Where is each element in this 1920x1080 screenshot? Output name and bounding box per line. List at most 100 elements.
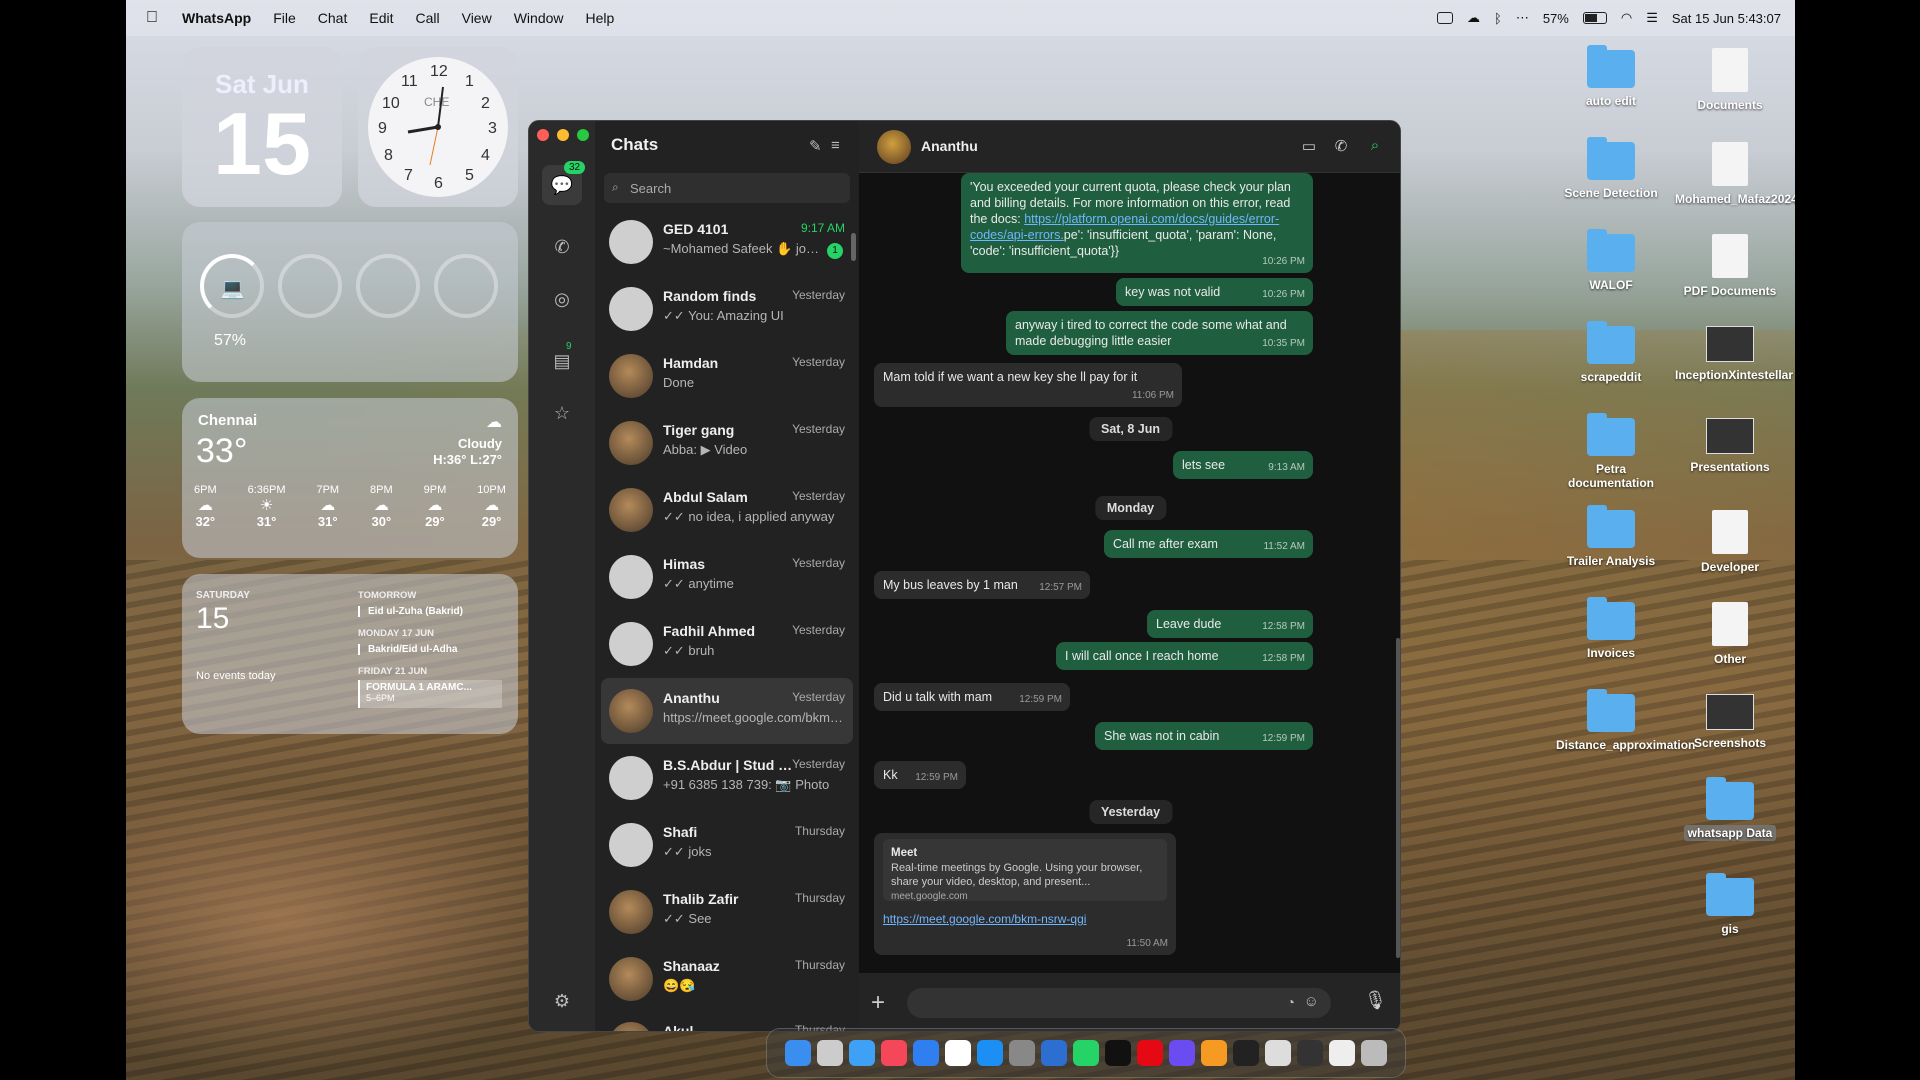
desktop-folder-gis[interactable]: gis — [1675, 873, 1785, 936]
message-incoming[interactable]: Mam told if we want a new key she ll pay… — [874, 363, 1182, 407]
cal-event-tomorrow[interactable]: Eid ul-Zuha (Bakrid) — [358, 606, 463, 617]
close-window-button[interactable] — [537, 129, 549, 141]
chat-row-selected[interactable]: Ananthu Yesterday https://meet.google.co… — [601, 678, 853, 744]
menu-edit[interactable]: Edit — [369, 10, 393, 26]
menu-file[interactable]: File — [273, 10, 296, 26]
desktop-folder-trailer[interactable]: Trailer Analysis — [1556, 505, 1666, 568]
message-incoming[interactable]: Did u talk with mam 12:59 PM — [874, 683, 1070, 711]
desktop-presentations[interactable]: Presentations — [1675, 418, 1785, 474]
desktop-documents[interactable]: Documents — [1675, 48, 1785, 112]
textedit-icon[interactable] — [1265, 1040, 1291, 1066]
chat-row[interactable]: Himas Yesterday ✓✓ anytime — [601, 544, 853, 610]
search-icon[interactable]: ⌕ — [1365, 137, 1385, 155]
chat-row[interactable]: Thalib Zafir Thursday ✓✓ See — [601, 879, 853, 945]
desktop-screenshots[interactable]: Screenshots — [1675, 694, 1785, 750]
desktop-other[interactable]: Other — [1675, 602, 1785, 666]
document-icon[interactable] — [1329, 1040, 1355, 1066]
message-outgoing[interactable]: key was not valid 10:26 PM — [1116, 278, 1313, 306]
cal-event-monday[interactable]: Bakrid/Eid ul-Adha — [358, 644, 457, 655]
mail-icon[interactable] — [913, 1040, 939, 1066]
message-outgoing[interactable]: I will call once I reach home 12:58 PM — [1056, 642, 1313, 670]
chat-row[interactable]: Hamdan Yesterday Done — [601, 343, 853, 409]
control-center-icon[interactable]: ☰ — [1646, 10, 1658, 26]
calls-nav-button[interactable]: ✆ — [542, 227, 582, 267]
battery-percent[interactable]: 57% — [1543, 11, 1569, 26]
desktop-folder-scene-detection[interactable]: Scene Detection — [1556, 137, 1666, 200]
desktop-folder-whatsapp-data[interactable]: whatsapp Data — [1675, 777, 1785, 841]
desktop-folder-invoices[interactable]: Invoices — [1556, 597, 1666, 660]
contact-name[interactable]: Ananthu — [921, 138, 978, 154]
app-store-icon[interactable] — [977, 1040, 1003, 1066]
menu-view[interactable]: View — [462, 10, 492, 26]
contact-avatar[interactable] — [877, 130, 911, 164]
chat-row[interactable]: Tiger gang Yesterday Abba: ▶ Video — [601, 410, 853, 476]
search-input[interactable]: ⌕ Search — [604, 173, 850, 203]
terminal-icon[interactable] — [1233, 1040, 1259, 1066]
bluetooth-icon[interactable]: ᛒ — [1494, 11, 1502, 26]
apple-menu-icon[interactable]:  — [146, 9, 162, 27]
chat-row[interactable]: Abdul Salam Yesterday ✓✓ no idea, i appl… — [601, 477, 853, 543]
battery-icon[interactable] — [1582, 12, 1607, 24]
settings-nav-button[interactable]: ⚙ — [542, 981, 582, 1021]
battery-widget[interactable]: 💻 57% — [182, 222, 518, 382]
launchpad-icon[interactable] — [817, 1040, 843, 1066]
prime-video-icon[interactable] — [1169, 1040, 1195, 1066]
voice-call-icon[interactable]: ✆ — [1331, 137, 1351, 155]
system-settings-icon[interactable] — [1009, 1040, 1035, 1066]
new-chat-icon[interactable]: ✎ — [809, 137, 822, 155]
message-outgoing[interactable]: anyway i tired to correct the code some … — [1006, 311, 1313, 355]
activity-monitor-icon[interactable] — [1297, 1040, 1323, 1066]
message-scrollbar[interactable] — [1396, 638, 1400, 958]
desktop-developer[interactable]: Developer — [1675, 510, 1785, 574]
menu-window[interactable]: Window — [514, 10, 564, 26]
attach-plus-icon[interactable]: + — [871, 989, 885, 1017]
message-input[interactable]: ◔ ☺ — [907, 988, 1331, 1018]
wifi-icon[interactable]: ◠ — [1621, 10, 1632, 26]
desktop-folder-scrapeddit[interactable]: scrapeddit — [1556, 321, 1666, 384]
microphone-icon[interactable]: 🎙 — [1364, 990, 1387, 1011]
calendar-icon[interactable] — [945, 1040, 971, 1066]
vlc-icon[interactable] — [1201, 1040, 1227, 1066]
safari-icon[interactable] — [849, 1040, 875, 1066]
finder-icon[interactable] — [785, 1040, 811, 1066]
message-incoming[interactable]: My bus leaves by 1 man 12:57 PM — [874, 571, 1090, 599]
apple-tv-icon[interactable] — [1105, 1040, 1131, 1066]
message-incoming-link-preview[interactable]: Meet Real-time meetings by Google. Using… — [874, 833, 1176, 955]
menu-chat[interactable]: Chat — [318, 10, 348, 26]
chat-row[interactable]: GED 4101 9:17 AM ~Mohamed Safeek ✋ joine… — [601, 209, 853, 275]
chat-row[interactable]: Fadhil Ahmed Yesterday ✓✓ bruh — [601, 611, 853, 677]
menubar-clock[interactable]: Sat 15 Jun 5:43:07 — [1672, 11, 1781, 26]
minimize-window-button[interactable] — [557, 129, 569, 141]
emoji-icon[interactable]: ☺ — [1304, 993, 1319, 1010]
message-outgoing[interactable]: 'You exceeded your current quota, please… — [961, 173, 1313, 273]
status-nav-button[interactable]: ◎ — [542, 279, 582, 319]
desktop-folder-petra[interactable]: Petra documentation — [1556, 413, 1666, 490]
vscode-icon[interactable] — [1041, 1040, 1067, 1066]
stage-manager-icon[interactable] — [1437, 12, 1453, 24]
message-outgoing[interactable]: She was not in cabin 12:59 PM — [1095, 722, 1313, 750]
desktop-image-file[interactable]: Mohamed_Mafaz2024041...amjt.jpg — [1675, 142, 1795, 206]
menu-call[interactable]: Call — [415, 10, 439, 26]
chat-row[interactable]: Shafi Thursday ✓✓ joks — [601, 812, 853, 878]
sticker-icon[interactable]: ◔ — [1287, 994, 1295, 1010]
message-outgoing[interactable]: lets see 9:13 AM — [1173, 451, 1313, 479]
message-outgoing[interactable]: Leave dude 12:58 PM — [1147, 610, 1313, 638]
creative-cloud-icon[interactable]: ☁ — [1467, 10, 1480, 26]
menu-app-name[interactable]: WhatsApp — [182, 10, 251, 26]
message-outgoing[interactable]: Call me after exam 11:52 AM — [1104, 530, 1313, 558]
desktop-folder-walof[interactable]: WALOF — [1556, 229, 1666, 292]
chat-row[interactable]: Shanaaz Thursday 😄😪 — [601, 946, 853, 1012]
netflix-icon[interactable] — [1137, 1040, 1163, 1066]
date-widget[interactable]: Sat Jun 15 — [182, 47, 342, 207]
desktop-folder-distance[interactable]: Distance_approximation — [1556, 689, 1695, 752]
filter-icon[interactable]: ≡ — [831, 137, 840, 154]
zoom-window-button[interactable] — [577, 129, 589, 141]
message-incoming[interactable]: Kk 12:59 PM — [874, 761, 966, 789]
weather-widget[interactable]: Chennai 33° ☁ Cloudy H:36° L:27° 6PM ☁ 32°… — [182, 398, 518, 558]
chats-nav-button[interactable]: 💬 32 — [542, 161, 586, 205]
chat-row[interactable]: Random finds Yesterday ✓✓ You: Amazing U… — [601, 276, 853, 342]
trash-icon[interactable] — [1361, 1040, 1387, 1066]
music-icon[interactable] — [881, 1040, 907, 1066]
chat-list-scrollbar[interactable] — [851, 233, 856, 261]
display-icon[interactable]: ⋯ — [1516, 10, 1529, 26]
